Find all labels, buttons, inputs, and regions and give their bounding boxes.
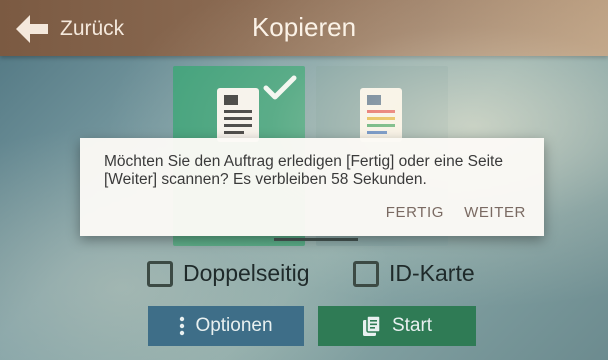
duplex-checkbox-box[interactable] xyxy=(147,260,173,287)
continue-dialog: Möchten Sie den Auftrag erledigen [Ferti… xyxy=(80,138,544,236)
copy-screen: Zurück Kopieren Möchten Sie den Auftrag … xyxy=(0,0,608,360)
document-icon xyxy=(217,88,259,142)
options-label: Optionen xyxy=(195,315,273,336)
duplex-checkbox[interactable]: Doppelseitig xyxy=(147,260,310,287)
options-button[interactable]: Optionen xyxy=(148,306,304,346)
idcard-checkbox-box[interactable] xyxy=(353,260,379,287)
start-button[interactable]: Start xyxy=(318,306,476,346)
checkmark-icon xyxy=(263,75,297,100)
dialog-buttons: FERTIG WEITER xyxy=(386,204,526,221)
selection-indicator xyxy=(274,238,358,241)
finish-button[interactable]: FERTIG xyxy=(386,204,444,221)
page-title: Kopieren xyxy=(251,12,357,42)
color-document-icon xyxy=(360,88,402,142)
kebab-menu-icon xyxy=(180,316,185,336)
start-label: Start xyxy=(391,315,433,336)
copy-icon xyxy=(362,315,381,336)
idcard-label: ID-Karte xyxy=(389,260,475,286)
header-bar: Zurück Kopieren xyxy=(0,0,608,56)
duplex-label: Doppelseitig xyxy=(183,260,310,286)
idcard-checkbox[interactable]: ID-Karte xyxy=(353,260,475,287)
dialog-message-line1: Möchten Sie den Auftrag erledigen [Ferti… xyxy=(104,153,503,170)
dialog-message: Möchten Sie den Auftrag erledigen [Ferti… xyxy=(104,153,534,189)
dialog-message-line2: [Weiter] scannen? Es verbleiben 58 Sekun… xyxy=(104,171,427,188)
next-button[interactable]: WEITER xyxy=(464,204,526,221)
